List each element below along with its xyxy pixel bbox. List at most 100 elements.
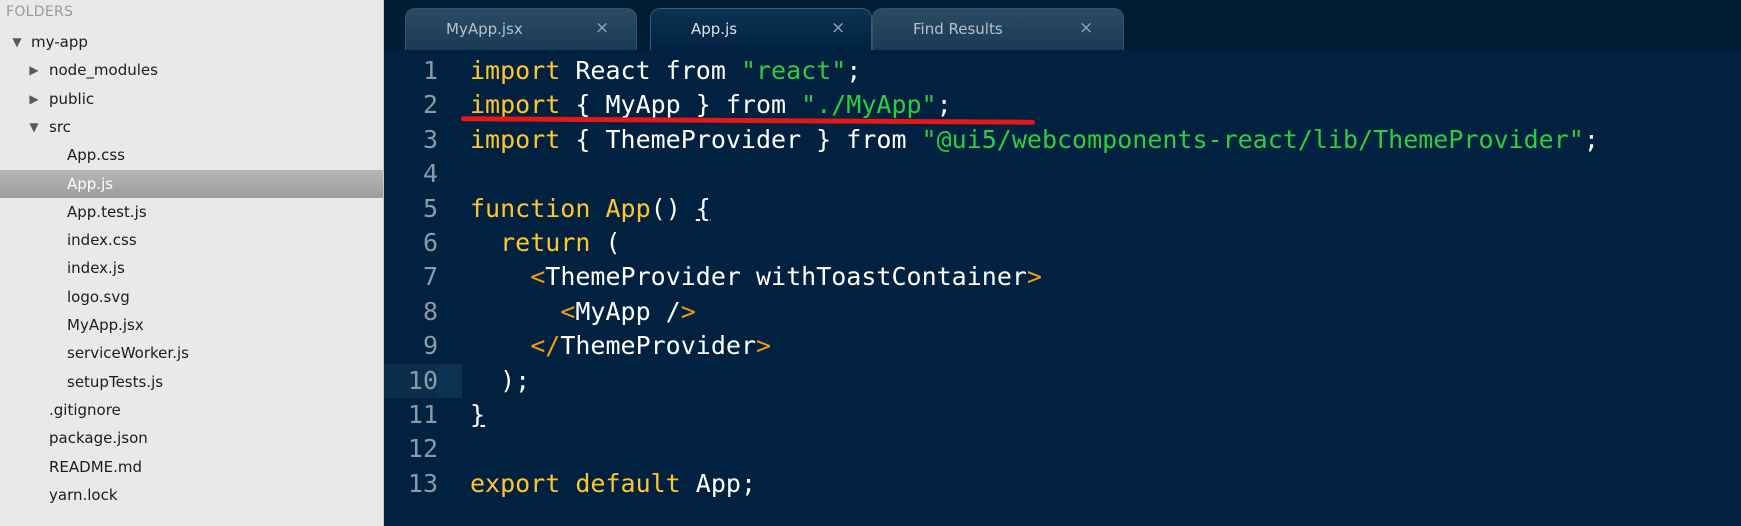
line-number: 11	[407, 400, 438, 429]
code-line[interactable]: 9 </ThemeProvider>	[384, 329, 1741, 363]
tree-item[interactable]: index.js	[0, 254, 383, 282]
code-line[interactable]: 7 <ThemeProvider withToastContainer>	[384, 260, 1741, 294]
line-number: 8	[422, 296, 438, 326]
tab-find-results[interactable]: Find Results ×	[872, 8, 1124, 50]
code-token: ;	[846, 56, 862, 85]
tree-item-label: index.css	[67, 231, 137, 250]
code-token: React from	[560, 56, 741, 85]
disclosure-collapsed-icon[interactable]: ▶	[27, 56, 41, 84]
code-token: App;	[680, 468, 756, 498]
line-number: 12	[407, 434, 438, 464]
code-line[interactable]: 10 );	[384, 363, 1741, 398]
disclosure-expanded-icon[interactable]: ▼	[27, 113, 41, 141]
tree-item[interactable]: serviceWorker.js	[0, 339, 383, 367]
code-token: ;	[1583, 124, 1599, 154]
editor-window: FOLDERS ▼ my-app ▶ node_modules ▶ public ▼ src A…	[0, 0, 1741, 526]
line-number: 3	[422, 124, 438, 154]
disclosure-collapsed-icon[interactable]: ▶	[27, 85, 41, 113]
code-line[interactable]: 13 export default App;	[384, 467, 1741, 501]
code-token: MyApp /	[575, 296, 681, 326]
code-line[interactable]: 6 return (	[384, 226, 1741, 260]
tree-item[interactable]: ▼ src	[0, 113, 383, 141]
tree-item[interactable]: index.css	[0, 226, 383, 254]
tab-bar: MyApp.jsx × Find Results × App.js ×	[384, 0, 1741, 51]
tree-item[interactable]: logo.svg	[0, 283, 383, 311]
code-token: <	[560, 296, 576, 326]
tree-item-label: package.json	[49, 429, 148, 448]
code-token: ;	[936, 90, 952, 120]
code-line[interactable]: 12	[384, 432, 1741, 466]
code-token: { MyApp } from	[560, 90, 802, 120]
close-icon[interactable]: ×	[831, 18, 845, 38]
tree-item-label: setupTests.js	[67, 372, 164, 391]
tree-item[interactable]: setupTests.js	[0, 368, 383, 396]
code-token: (	[590, 228, 621, 257]
tree-item[interactable]: ▶ public	[0, 85, 383, 113]
tree-item[interactable]: App.test.js	[0, 198, 383, 226]
line-number: 9	[422, 331, 438, 361]
code-token: export	[470, 468, 561, 498]
code-text: </ThemeProvider>	[470, 329, 771, 363]
code-token: App	[605, 193, 651, 223]
close-icon[interactable]: ×	[595, 18, 609, 38]
line-number: 10	[384, 363, 438, 398]
code-text: <MyApp />	[470, 295, 696, 329]
code-token: "./MyApp"	[801, 90, 937, 120]
sidebar: FOLDERS ▼ my-app ▶ node_modules ▶ public ▼ src A…	[0, 0, 384, 526]
line-number: 6	[422, 228, 438, 257]
code-line[interactable]: 4	[384, 157, 1741, 191]
code-token: </	[530, 331, 561, 361]
tree-item[interactable]: yarn.lock	[0, 481, 383, 509]
code-line[interactable]: 3 import { ThemeProvider } from "@ui5/web…	[384, 123, 1741, 157]
tab-myapp-jsx[interactable]: MyApp.jsx ×	[405, 8, 637, 50]
code-text: <ThemeProvider withToastContainer>	[470, 260, 1042, 294]
tree-item-label: index.js	[67, 259, 125, 278]
tree-item-label: node_modules	[49, 61, 158, 80]
code-text: }	[470, 398, 485, 432]
tab-app-js[interactable]: App.js ×	[650, 8, 872, 51]
code-token: function	[470, 193, 591, 223]
tree-item-label: .gitignore	[49, 400, 121, 419]
code-token: ThemeProvider	[560, 331, 756, 361]
tree-item[interactable]: README.md	[0, 453, 383, 481]
code-token: ThemeProvider withToastContainer	[545, 262, 1027, 292]
tree-item[interactable]: App.js	[0, 169, 383, 198]
line-number: 5	[422, 193, 438, 223]
tree-item[interactable]: App.css	[0, 141, 383, 169]
line-number: 1	[422, 56, 438, 85]
code-line[interactable]: 5 function App() {	[384, 192, 1741, 226]
tree-item-label: App.js	[67, 174, 114, 193]
tab-label: MyApp.jsx	[446, 20, 523, 38]
tab-label: App.js	[691, 20, 738, 38]
code-token: default	[575, 468, 681, 498]
line-number: 7	[422, 262, 438, 292]
code-token: >	[756, 331, 772, 361]
code-token: import	[470, 90, 561, 120]
code-token: );	[470, 365, 531, 395]
code-token: "@ui5/webcomponents-react/lib/ThemeProvi…	[921, 124, 1584, 154]
code-text: );	[470, 364, 530, 398]
tree-item-label: App.test.js	[67, 202, 147, 221]
code-token: import	[470, 56, 561, 85]
close-icon[interactable]: ×	[1079, 18, 1093, 38]
tree-item[interactable]: ▶ node_modules	[0, 56, 383, 84]
code-token: >	[1026, 262, 1042, 292]
disclosure-expanded-icon[interactable]: ▼	[10, 28, 24, 56]
tree-item-label: logo.svg	[67, 287, 130, 306]
code-token: >	[680, 296, 696, 326]
tree-item[interactable]: MyApp.jsx	[0, 311, 383, 339]
code-line[interactable]: 1 import React from "react";	[384, 54, 1741, 88]
code-text: return (	[470, 226, 621, 260]
tree-item-label: my-app	[31, 33, 88, 51]
code-line[interactable]: 8 <MyApp />	[384, 295, 1741, 329]
code-text: import React from "react";	[470, 54, 861, 88]
tree-item[interactable]: package.json	[0, 424, 383, 452]
tree-item[interactable]: ▼ my-app	[0, 28, 383, 56]
code-token: "react"	[740, 56, 847, 85]
code-line[interactable]: 11}	[384, 398, 1741, 432]
tree-item-label: src	[49, 117, 71, 136]
tree-item[interactable]: .gitignore	[0, 396, 383, 424]
tab-label: Find Results	[913, 20, 1003, 38]
